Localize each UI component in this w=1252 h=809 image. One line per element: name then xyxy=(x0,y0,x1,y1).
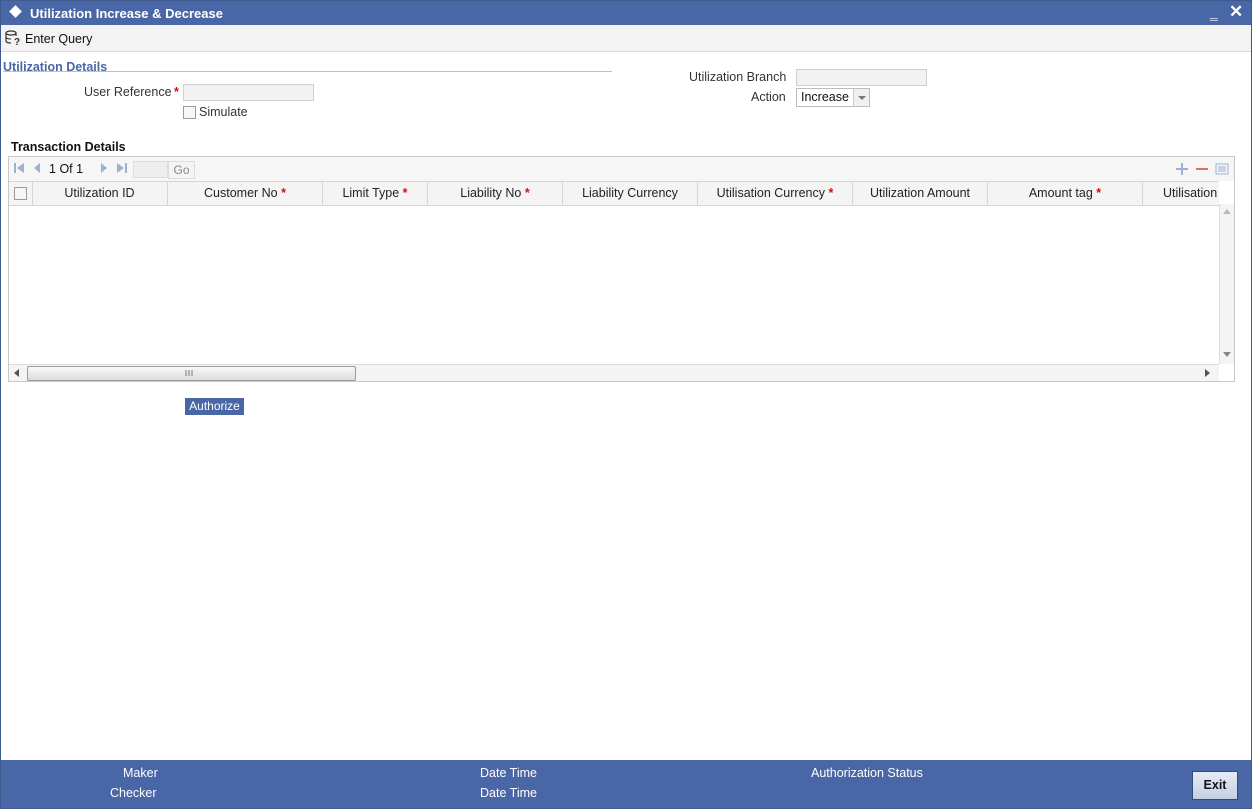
simulate-label: Simulate xyxy=(199,105,248,119)
column-header-limit-type[interactable]: Limit Type * xyxy=(323,182,428,205)
column-header-utilisation-currency[interactable]: Utilisation Currency * xyxy=(698,182,853,205)
total-pages: 1 xyxy=(76,162,84,176)
scroll-left-icon[interactable] xyxy=(13,369,19,377)
page-number-input[interactable] xyxy=(133,161,168,178)
action-select[interactable]: Increase xyxy=(796,88,870,107)
enter-query-icon[interactable]: ? xyxy=(5,30,21,49)
page-of-label: Of xyxy=(59,162,73,176)
delete-row-icon[interactable] xyxy=(1195,162,1210,176)
horizontal-scroll-thumb[interactable] xyxy=(27,366,356,381)
select-all-checkbox[interactable] xyxy=(14,187,27,200)
vertical-scrollbar[interactable] xyxy=(1219,204,1234,364)
scroll-up-icon[interactable] xyxy=(1223,208,1231,214)
close-icon[interactable]: ✕ xyxy=(1229,2,1243,22)
first-page-icon[interactable] xyxy=(13,162,25,177)
transaction-grid: 1 Of 1 Go Utilization ID Customer No * L… xyxy=(8,156,1235,382)
window-title: Utilization Increase & Decrease xyxy=(30,6,223,21)
maker-label: Maker xyxy=(123,766,158,780)
last-page-icon[interactable] xyxy=(116,162,128,177)
scroll-down-icon[interactable] xyxy=(1223,352,1231,358)
app-diamond-icon xyxy=(9,5,22,18)
app-window: Utilization Increase & Decrease ‗ ✕ ? En… xyxy=(0,0,1252,809)
column-header-customer-no[interactable]: Customer No * xyxy=(168,182,323,205)
checker-date-time-label: Date Time xyxy=(480,786,537,800)
scroll-right-icon[interactable] xyxy=(1205,369,1211,377)
horizontal-scrollbar[interactable] xyxy=(9,364,1219,381)
required-mark: * xyxy=(174,85,179,99)
utilization-branch-input[interactable] xyxy=(796,69,927,86)
previous-page-icon[interactable] xyxy=(32,162,42,177)
chevron-down-icon[interactable] xyxy=(853,89,869,106)
single-view-icon[interactable] xyxy=(1215,162,1230,176)
minimize-icon[interactable]: ‗ xyxy=(1210,4,1218,20)
column-header-utilisation[interactable]: Utilisation xyxy=(1143,182,1219,205)
go-button[interactable]: Go xyxy=(168,161,195,179)
title-bar: Utilization Increase & Decrease ‗ ✕ xyxy=(1,1,1251,25)
section-divider xyxy=(3,71,612,72)
authorize-button[interactable]: Authorize xyxy=(185,398,244,415)
enter-query-button[interactable]: Enter Query xyxy=(25,32,92,46)
current-page: 1 xyxy=(49,162,56,176)
user-reference-input[interactable] xyxy=(183,84,314,101)
grid-header: Utilization ID Customer No * Limit Type … xyxy=(9,181,1219,206)
column-header-utilization-id[interactable]: Utilization ID xyxy=(32,182,168,205)
column-header-utilization-amount[interactable]: Utilization Amount xyxy=(853,182,988,205)
page-indicator: 1 Of 1 xyxy=(49,162,83,176)
transaction-details-title: Transaction Details xyxy=(11,140,126,154)
next-page-icon[interactable] xyxy=(99,162,109,177)
checker-label: Checker xyxy=(110,786,157,800)
action-label: Action xyxy=(751,90,786,104)
maker-date-time-label: Date Time xyxy=(480,766,537,780)
column-header-liability-currency[interactable]: Liability Currency xyxy=(563,182,698,205)
select-all-cell xyxy=(9,182,33,205)
toolbar: ? Enter Query xyxy=(1,25,1251,52)
grid-pagination-bar: 1 Of 1 Go xyxy=(9,157,1234,181)
simulate-checkbox[interactable] xyxy=(183,106,196,119)
column-header-amount-tag[interactable]: Amount tag * xyxy=(988,182,1143,205)
svg-text:?: ? xyxy=(14,37,20,46)
authorization-status-label: Authorization Status xyxy=(811,766,923,780)
utilization-branch-label: Utilization Branch xyxy=(689,70,787,84)
exit-button[interactable]: Exit xyxy=(1192,771,1238,800)
add-row-icon[interactable] xyxy=(1175,162,1190,176)
grip-icon xyxy=(185,370,193,376)
column-header-liability-no[interactable]: Liability No * xyxy=(428,182,563,205)
action-select-value: Increase xyxy=(801,90,849,104)
user-reference-label: User Reference xyxy=(84,85,172,99)
audit-footer: Maker Checker Date Time Date Time Author… xyxy=(1,760,1251,808)
